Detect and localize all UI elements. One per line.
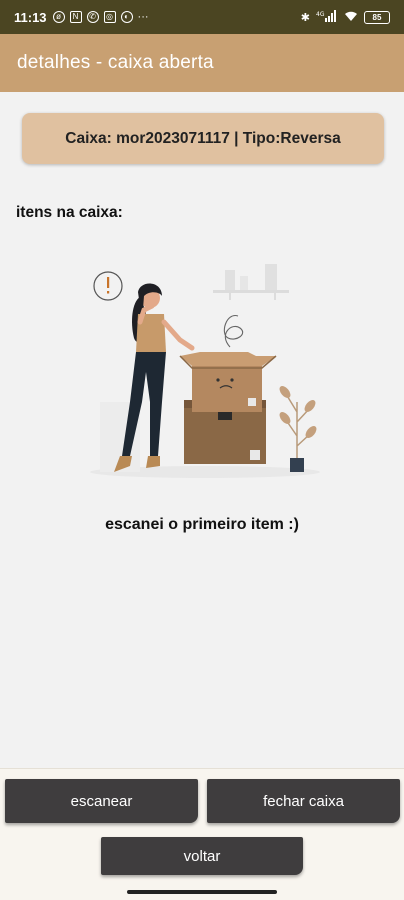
network-type-label: 4G [316, 11, 325, 18]
close-box-button[interactable]: fechar caixa [207, 779, 400, 823]
status-notification-icons: ø N ✆ ◎ ◐ ··· [52, 11, 149, 23]
signal-icon: 4G [316, 9, 338, 25]
box-info-text: Caixa: mor2023071117 | Tipo:Reversa [65, 129, 341, 147]
back-button[interactable]: voltar [101, 837, 303, 875]
scan-button[interactable]: escanear [5, 779, 198, 823]
page-title: detalhes - caixa aberta [17, 52, 214, 73]
wifi-icon [344, 10, 358, 25]
woman-with-box-illustration [90, 264, 320, 478]
status-bar: 11:13 ø N ✆ ◎ ◐ ··· ✱ 4G 85 [0, 0, 404, 34]
battery-level: 85 [372, 12, 382, 22]
instagram-icon: ◎ [103, 11, 116, 23]
box-info-card: Caixa: mor2023071117 | Tipo:Reversa [22, 113, 384, 164]
app-bar: detalhes - caixa aberta [0, 34, 404, 92]
empty-box-illustration [80, 252, 330, 484]
status-time: 11:13 [14, 9, 47, 25]
muted-notification-icon: ø [52, 11, 65, 23]
more-dots-icon: ··· [137, 11, 149, 23]
nfc-icon: N [69, 11, 82, 23]
battery-icon: 85 [364, 10, 390, 24]
bottom-action-panel: escanear fechar caixa voltar [0, 768, 404, 900]
whatsapp-icon: ✆ [86, 11, 99, 23]
chrome-icon: ◐ [120, 11, 133, 23]
home-indicator[interactable] [127, 890, 277, 894]
bluetooth-icon: ✱ [300, 11, 310, 24]
status-system-icons: ✱ 4G 85 [300, 9, 390, 25]
items-section-label: itens na caixa: [16, 204, 123, 221]
empty-state-message: escanei o primeiro item :) [105, 516, 299, 533]
